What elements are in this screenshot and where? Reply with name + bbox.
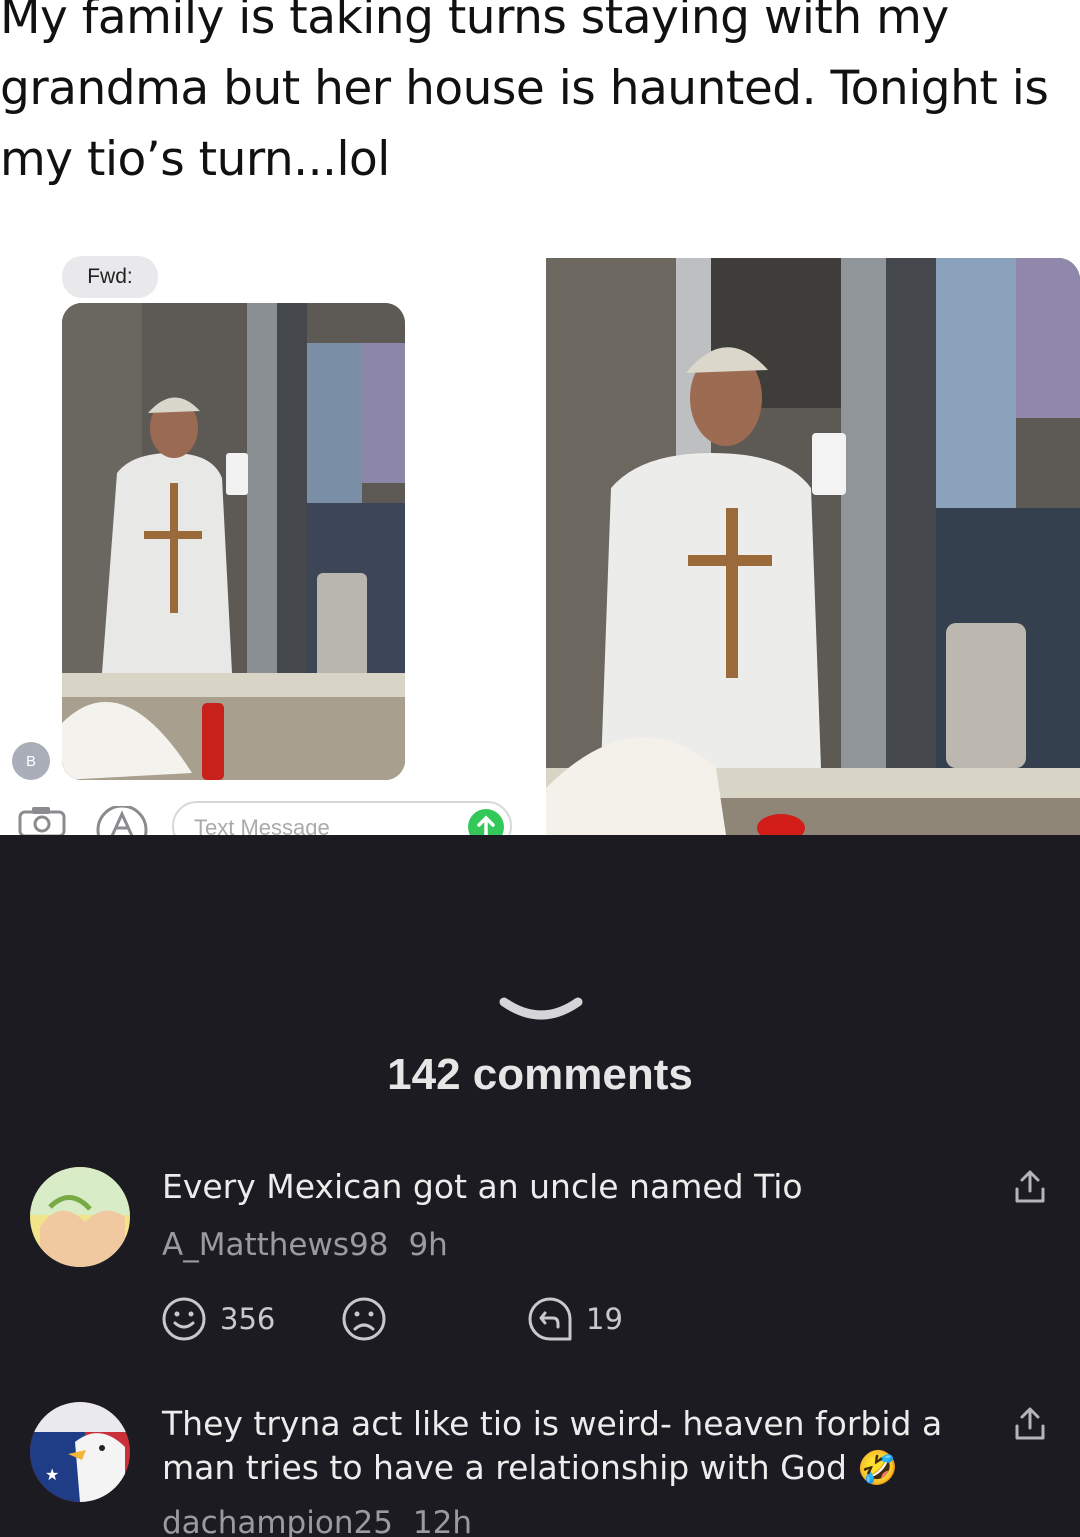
forwarded-photo xyxy=(62,303,405,780)
post-caption: My family is taking turns staying with m… xyxy=(0,0,1060,195)
post-image[interactable]: My family is taking turns staying with m… xyxy=(0,0,1080,835)
comment-text-line-1: They tryna act like tio is weird- heaven… xyxy=(162,1404,943,1443)
post-caption-line-3: my tio’s turn...lol xyxy=(0,132,390,187)
frown-icon xyxy=(342,1297,386,1341)
downvote-button[interactable] xyxy=(342,1297,400,1341)
comment-text: Every Mexican got an uncle named Tio xyxy=(162,1167,803,1206)
comment-username[interactable]: A_Matthews98 xyxy=(162,1227,388,1263)
text-message-input: Text Message xyxy=(172,801,512,835)
share-icon[interactable] xyxy=(1012,1406,1048,1442)
enlarged-photo xyxy=(546,258,1080,835)
reply-button[interactable]: 19 xyxy=(528,1297,623,1341)
post-caption-line-1: My family is taking turns staying with m… xyxy=(0,0,949,45)
comment-text: They tryna act like tio is weird- heaven… xyxy=(162,1402,982,1490)
upvote-button[interactable]: 356 xyxy=(162,1297,275,1341)
collapse-chevron-icon[interactable] xyxy=(498,994,584,1024)
reply-icon xyxy=(528,1297,572,1341)
contact-avatar: B xyxy=(12,742,50,780)
text-message-placeholder: Text Message xyxy=(194,815,330,835)
user-avatar[interactable] xyxy=(30,1167,130,1267)
upvote-count: 356 xyxy=(220,1302,276,1336)
comment-text-line-2: man tries to have a relationship with Go… xyxy=(162,1448,899,1487)
svg-text:★: ★ xyxy=(45,1465,59,1484)
comment-item: ★ They tryna act like tio is weird- heav… xyxy=(0,1402,1080,1537)
fwd-bubble: Fwd: xyxy=(62,256,158,298)
send-arrow-icon xyxy=(468,809,504,835)
comment-username[interactable]: dachampion25 xyxy=(162,1505,393,1537)
comment-meta: A_Matthews98 9h xyxy=(162,1227,448,1263)
reply-count: 19 xyxy=(586,1302,623,1336)
post-caption-line-2: grandma but her house is haunted. Tonigh… xyxy=(0,61,1049,116)
smile-icon xyxy=(162,1297,206,1341)
camera-icon xyxy=(18,807,66,835)
comment-age: 9h xyxy=(408,1227,448,1263)
user-avatar[interactable]: ★ xyxy=(30,1402,130,1502)
comment-age: 12h xyxy=(412,1505,473,1537)
app-store-icon xyxy=(96,806,148,835)
comments-count: 142 comments xyxy=(387,1050,693,1099)
comment-item: Every Mexican got an uncle named Tio A_M… xyxy=(0,1165,1080,1355)
comment-meta: dachampion25 12h xyxy=(162,1505,472,1537)
share-icon[interactable] xyxy=(1012,1169,1048,1205)
